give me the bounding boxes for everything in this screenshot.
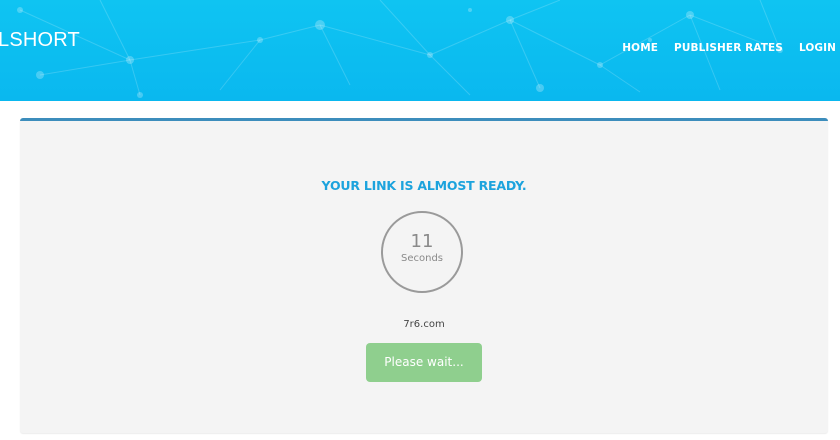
destination-domain: 7r6.com [403,319,445,330]
please-wait-button[interactable]: Please wait... [366,343,482,382]
countdown-value: 11 [410,231,434,252]
link-ready-card: YOUR LINK IS ALMOST READY. 11 Seconds 7r… [20,118,828,433]
main-nav: HOME PUBLISHER RATES LOGIN [606,42,836,54]
site-logo[interactable]: LSHORT [0,29,80,52]
countdown-timer: 11 Seconds [381,211,463,293]
nav-publisher-rates[interactable]: PUBLISHER RATES [674,42,783,54]
page-title: YOUR LINK IS ALMOST READY. [321,178,527,193]
nav-home[interactable]: HOME [622,42,658,54]
site-header: LSHORT HOME PUBLISHER RATES LOGIN [0,0,840,101]
nav-login[interactable]: LOGIN [799,42,836,54]
countdown-unit: Seconds [400,253,443,264]
